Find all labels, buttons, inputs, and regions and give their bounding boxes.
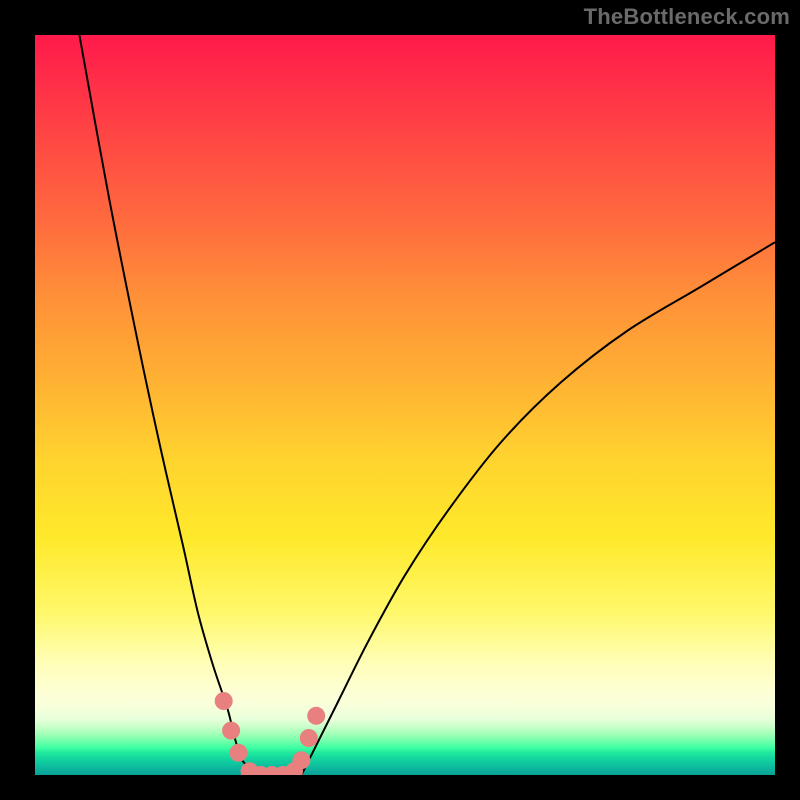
curves-layer (35, 35, 775, 775)
marker-dot (230, 744, 248, 762)
plot-area (35, 35, 775, 775)
marker-dot (215, 692, 233, 710)
watermark-text: TheBottleneck.com (584, 4, 790, 30)
left-curve (79, 35, 257, 775)
bottom-marker-group (215, 692, 326, 775)
right-curve (301, 242, 775, 775)
marker-dot (307, 707, 325, 725)
marker-dot (300, 729, 318, 747)
marker-dot (222, 722, 240, 740)
marker-dot (292, 751, 310, 769)
chart-frame: TheBottleneck.com (0, 0, 800, 800)
